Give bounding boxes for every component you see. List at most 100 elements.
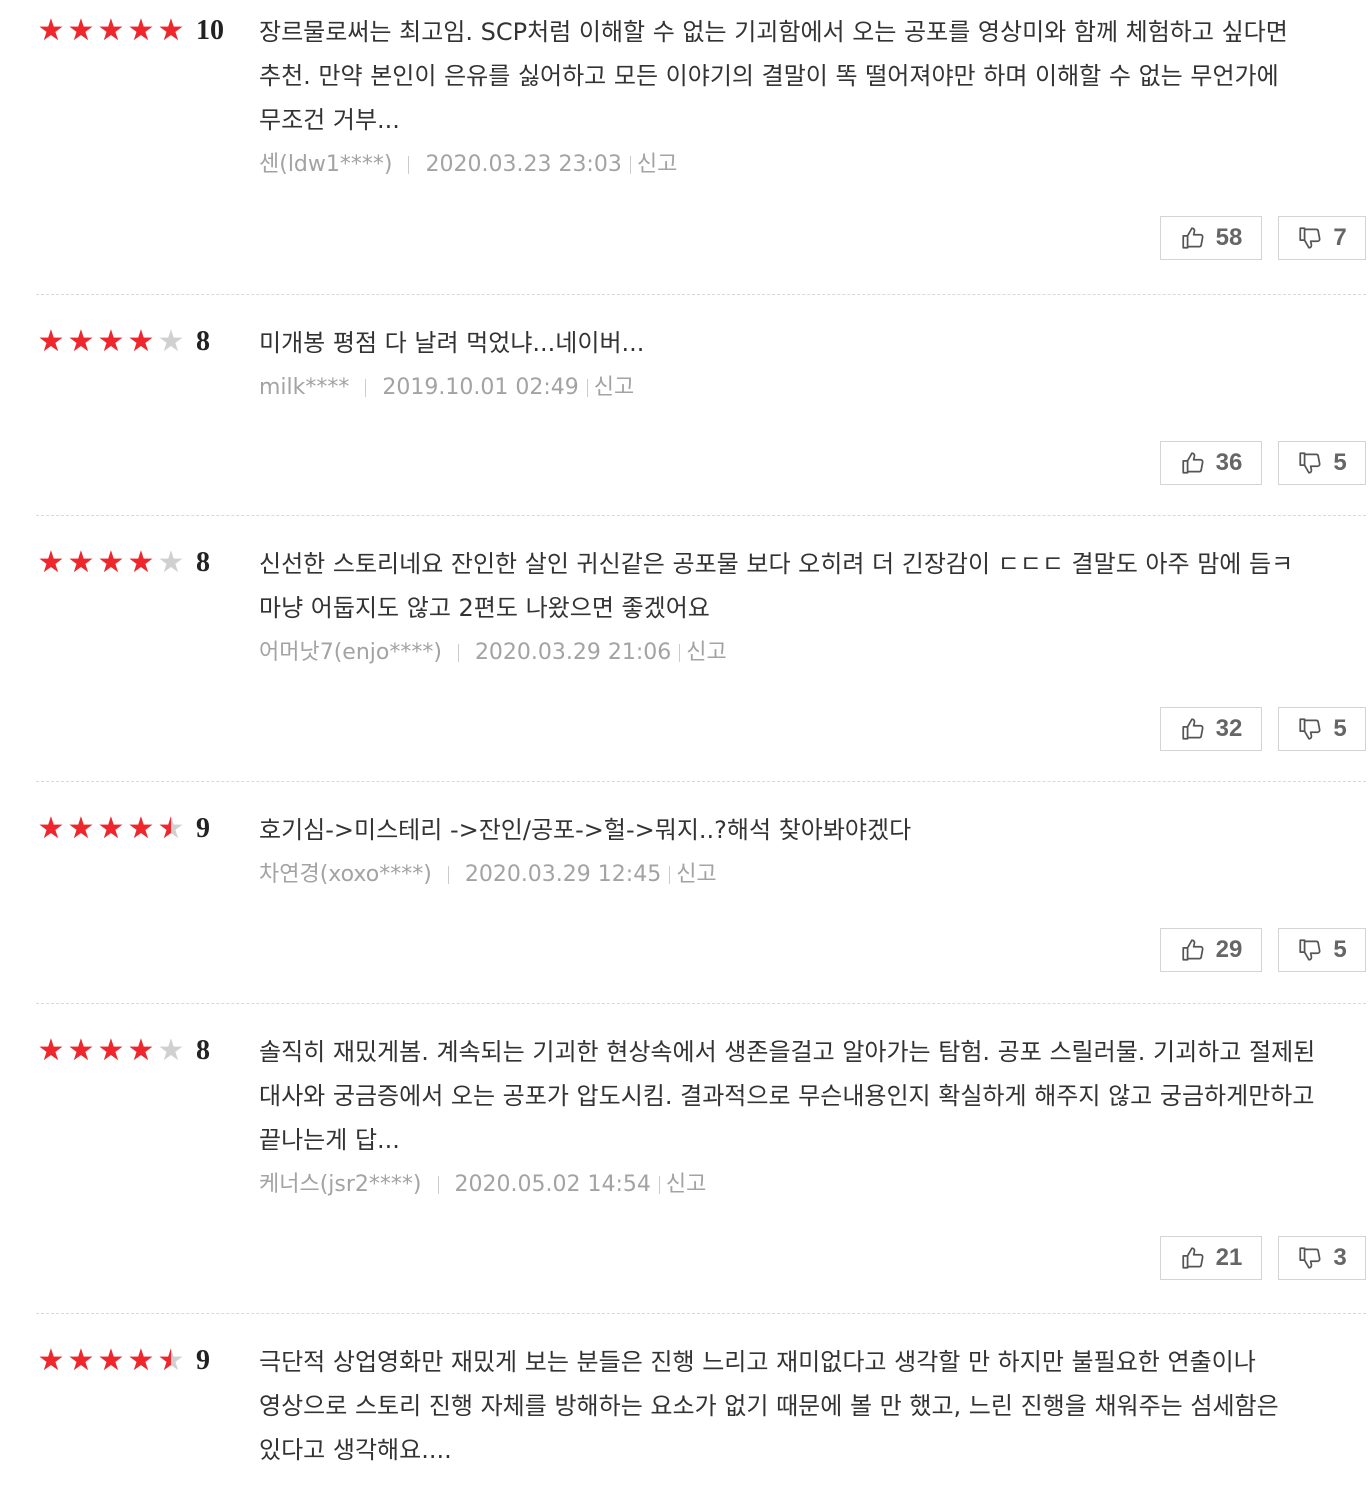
star-icon: ★★: [67, 324, 95, 359]
thumbs-down-icon: [1297, 716, 1323, 742]
review-meta: 케너스(jsr2****) 2020.05.02 14:54 신고: [259, 1170, 1329, 1200]
star-icon: ★★: [97, 545, 125, 580]
star-icon: ★★: [127, 13, 155, 48]
review-meta: milk**** 2019.10.01 02:49 신고: [259, 373, 1329, 403]
vote-buttons: 36 5: [1160, 441, 1366, 485]
thumbs-down-icon: [1297, 1245, 1323, 1271]
review-meta: 센(ldw1****) 2020.03.23 23:03 신고: [259, 150, 1329, 180]
report-link[interactable]: 신고: [594, 373, 634, 403]
thumbs-up-icon: [1180, 937, 1206, 963]
star-icon: ★★: [37, 13, 65, 48]
review-text: 솔직히 재밌게봄. 계속되는 기괴한 현상속에서 생존을걸고 알아가는 탐험. …: [259, 1038, 1316, 1154]
meta-divider: [408, 156, 410, 174]
star-icon: ★★: [37, 1343, 65, 1378]
review-author: 케너스(jsr2****): [259, 1172, 422, 1197]
like-count: 58: [1215, 224, 1243, 251]
like-button[interactable]: 32: [1160, 707, 1262, 751]
score-number: 9: [196, 1345, 210, 1376]
meta-divider: [679, 644, 681, 662]
score-number: 8: [196, 547, 210, 578]
star-rating: ★ ★ ★ ★ ★ ★ ★ ★ ★: [36, 1036, 186, 1066]
review-date: 2020.03.29 12:45: [464, 862, 662, 887]
review-item: ★ ★ ★ ★ ★ ★ ★ ★ ★ 8 솔직히 재밌게봄. 계속되는 기괴한 현상속에서 생존을…: [36, 1004, 1366, 1314]
star-icon: ★: [157, 545, 185, 580]
star-icon: ★★: [157, 811, 185, 846]
thumbs-up-icon: [1180, 716, 1206, 742]
review-item: ★ ★ ★ ★ ★ ★ ★ ★ ★ 8 신선한 스토리네요 잔인한 살인 귀신같은 공포물 보다…: [36, 516, 1366, 782]
star-icon: ★★: [157, 13, 185, 48]
dislike-button[interactable]: 5: [1278, 928, 1366, 972]
star-rating: ★★★★★★★★★★: [36, 1346, 186, 1376]
star-icon: ★★: [127, 545, 155, 580]
thumbs-up-icon: [1180, 1245, 1206, 1271]
report-link[interactable]: 신고: [666, 1170, 706, 1200]
like-button[interactable]: 36: [1160, 441, 1262, 485]
review-text: 극단적 상업영화만 재밌게 보는 분들은 진행 느리고 재미없다고 생각할 만 …: [259, 1348, 1279, 1464]
dislike-count: 5: [1333, 715, 1347, 742]
star-icon: ★★: [97, 1343, 125, 1378]
review-text: 미개봉 평점 다 날려 먹었냐...네이버...: [259, 329, 645, 357]
review-item: ★ ★ ★ ★ ★ ★ ★ ★ ★ 8 미개봉 평점 다 날려 먹었냐...네이버... mil…: [36, 295, 1366, 516]
review-content: 극단적 상업영화만 재밌게 보는 분들은 진행 느리고 재미없다고 생각할 만 …: [259, 1340, 1329, 1472]
meta-divider: [365, 379, 367, 397]
vote-buttons: 21 3: [1160, 1236, 1366, 1280]
like-count: 21: [1215, 1244, 1243, 1271]
review-content: 신선한 스토리네요 잔인한 살인 귀신같은 공포물 보다 오히려 더 긴장감이 …: [259, 542, 1329, 668]
star-icon: ★★: [37, 811, 65, 846]
review-author: milk****: [259, 375, 350, 400]
dislike-button[interactable]: 7: [1278, 216, 1366, 260]
report-link[interactable]: 신고: [637, 150, 677, 180]
score-number: 8: [196, 1035, 210, 1066]
review-author: 센(ldw1****): [259, 152, 393, 177]
star-icon: ★★: [97, 324, 125, 359]
review-date: 2020.03.23 23:03: [425, 152, 622, 177]
dislike-count: 3: [1333, 1244, 1347, 1271]
dislike-count: 5: [1333, 449, 1347, 476]
star-icon: ★: [157, 1033, 185, 1068]
dislike-count: 7: [1333, 224, 1347, 251]
review-date: 2020.03.29 21:06: [474, 640, 672, 665]
thumbs-down-icon: [1297, 450, 1323, 476]
dislike-button[interactable]: 3: [1278, 1236, 1366, 1280]
like-button[interactable]: 58: [1160, 216, 1262, 260]
review-text: 호기심->미스테리 ->잔인/공포->헐->뭐지..?해석 찾아봐야겠다: [259, 816, 912, 844]
meta-divider: [586, 379, 588, 397]
star-icon: ★★: [127, 1033, 155, 1068]
review-content: 미개봉 평점 다 날려 먹었냐...네이버... milk**** 2019.1…: [259, 321, 1329, 403]
report-link[interactable]: 신고: [676, 860, 716, 890]
review-date: 2019.10.01 02:49: [382, 375, 579, 400]
review-score: ★ ★ ★ ★ ★ ★ ★ ★ ★ 8: [36, 1036, 210, 1066]
star-icon: ★★: [157, 1343, 185, 1378]
review-meta: 차연경(xoxo****) 2020.03.29 12:45 신고: [259, 860, 1329, 890]
review-text: 신선한 스토리네요 잔인한 살인 귀신같은 공포물 보다 오히려 더 긴장감이 …: [259, 550, 1294, 622]
vote-buttons: 32 5: [1160, 707, 1366, 751]
report-link[interactable]: 신고: [686, 638, 726, 668]
dislike-button[interactable]: 5: [1278, 707, 1366, 751]
thumbs-up-icon: [1180, 225, 1206, 251]
star-icon: ★★: [37, 324, 65, 359]
like-button[interactable]: 29: [1160, 928, 1262, 972]
review-score: ★ ★ ★ ★ ★ ★ ★ ★ ★ 8: [36, 548, 210, 578]
review-content: 호기심->미스테리 ->잔인/공포->헐->뭐지..?해석 찾아봐야겠다 차연경…: [259, 808, 1329, 890]
meta-divider: [457, 644, 459, 662]
meta-divider: [629, 156, 631, 174]
dislike-button[interactable]: 5: [1278, 441, 1366, 485]
score-number: 9: [196, 813, 210, 844]
star-icon: ★★: [37, 545, 65, 580]
review-list: ★ ★ ★ ★ ★ ★ ★ ★ ★ ★ 10 장르물로써는 최고임. SCP처럼 이해할 수 없는…: [36, 0, 1366, 1486]
vote-buttons: 29 5: [1160, 928, 1366, 972]
meta-divider: [447, 866, 449, 884]
star-icon: ★★: [67, 811, 95, 846]
star-icon: ★★: [127, 811, 155, 846]
review-author: 차연경(xoxo****): [259, 862, 432, 887]
review-score: ★★★★★★★★★★ 9: [36, 1346, 210, 1376]
star-icon: ★★: [97, 811, 125, 846]
review-content: 솔직히 재밌게봄. 계속되는 기괴한 현상속에서 생존을걸고 알아가는 탐험. …: [259, 1030, 1329, 1200]
review-item: ★★★★★★★★★★ 9 호기심->미스테리 ->잔인/공포->헐->뭐지..?…: [36, 782, 1366, 1004]
thumbs-down-icon: [1297, 225, 1323, 251]
like-button[interactable]: 21: [1160, 1236, 1262, 1280]
star-rating: ★★★★★★★★★★: [36, 814, 186, 844]
star-icon: ★★: [127, 324, 155, 359]
star-icon: ★★: [97, 13, 125, 48]
review-author: 어머낫7(enjo****): [259, 640, 442, 665]
